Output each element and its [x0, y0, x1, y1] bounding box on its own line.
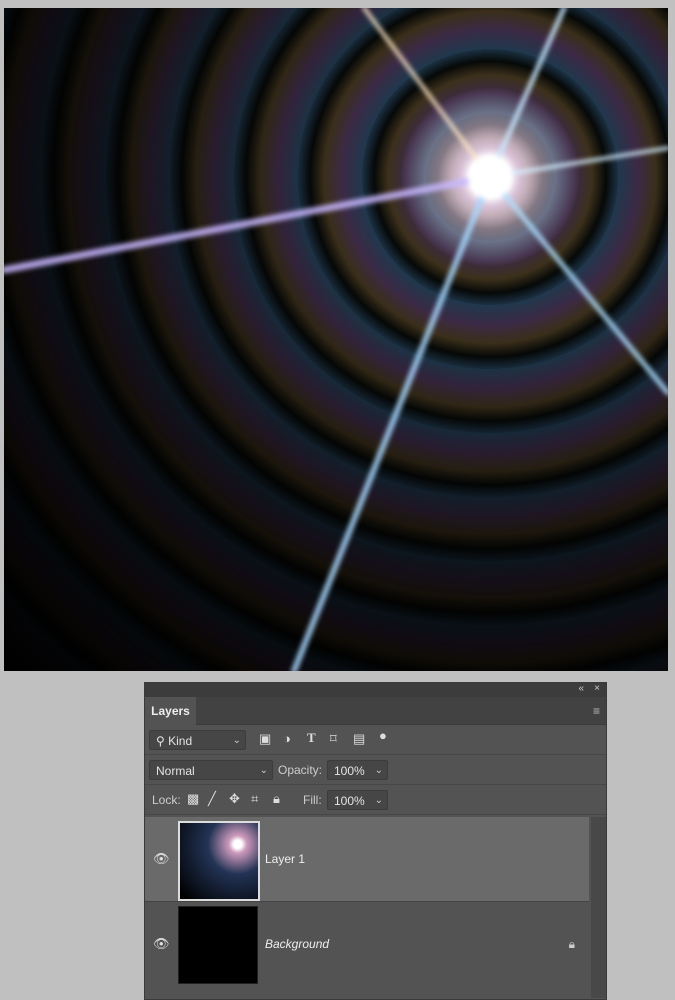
lock-icon: 🔒︎: [568, 937, 575, 951]
filter-toggle-icon[interactable]: ●: [379, 728, 387, 743]
lock-all-icon[interactable]: 🔒︎: [273, 791, 280, 807]
lock-transparent-pixels-icon[interactable]: ▩: [187, 791, 199, 807]
blend-mode-select[interactable]: Normal ⌄: [149, 760, 273, 780]
document-canvas[interactable]: [4, 8, 668, 671]
lock-artboard-icon[interactable]: ⌗: [251, 791, 258, 807]
type-filter-icon[interactable]: T: [307, 730, 316, 746]
search-icon: ⚲: [156, 734, 169, 748]
lens-flare-rays: [4, 8, 668, 671]
opacity-input[interactable]: 100% ⌄: [327, 760, 388, 780]
fill-input[interactable]: 100% ⌄: [327, 790, 388, 810]
layers-panel: « × Layers ≡ ⚲ Kind ⌄ ▣ ◑ T ⌑ ▤ ● Normal ⌄…: [144, 682, 607, 1000]
chevron-down-icon[interactable]: ⌄: [375, 791, 383, 811]
lock-image-pixels-icon[interactable]: ╱: [208, 791, 216, 807]
scrollbar[interactable]: [591, 817, 606, 998]
chevron-down-icon: ⌄: [259, 765, 268, 776]
opacity-label: Opacity:: [278, 763, 323, 777]
filter-kind-select[interactable]: ⚲ Kind ⌄: [149, 730, 246, 750]
lock-position-icon[interactable]: ✥: [229, 791, 240, 807]
layer-thumbnail: [178, 821, 260, 901]
chevron-down-icon[interactable]: ⌄: [375, 761, 383, 781]
layer-thumbnail: [178, 906, 258, 984]
panel-menu-icon[interactable]: ≡: [593, 704, 600, 718]
layer-name[interactable]: Layer 1: [265, 852, 305, 866]
fill-label: Fill:: [303, 793, 322, 807]
smart-object-filter-icon[interactable]: ▤: [353, 731, 365, 747]
visibility-eye-icon[interactable]: 👁︎: [153, 851, 170, 867]
layer-row-layer-1[interactable]: 👁︎ Layer 1: [145, 817, 589, 902]
visibility-eye-icon[interactable]: 👁︎: [153, 936, 170, 952]
layer-name[interactable]: Background: [265, 937, 329, 951]
adjustment-filter-icon[interactable]: ◑: [283, 731, 291, 746]
collapse-icon[interactable]: «: [578, 683, 584, 694]
layer-row-background[interactable]: 👁︎ Background 🔒︎: [145, 902, 589, 986]
chevron-down-icon: ⌄: [232, 735, 241, 746]
close-icon[interactable]: ×: [594, 683, 600, 694]
pixel-filter-icon[interactable]: ▣: [259, 731, 271, 747]
tab-layers[interactable]: Layers: [145, 697, 196, 725]
lock-label: Lock:: [152, 793, 181, 807]
shape-filter-icon[interactable]: ⌑: [330, 731, 337, 747]
